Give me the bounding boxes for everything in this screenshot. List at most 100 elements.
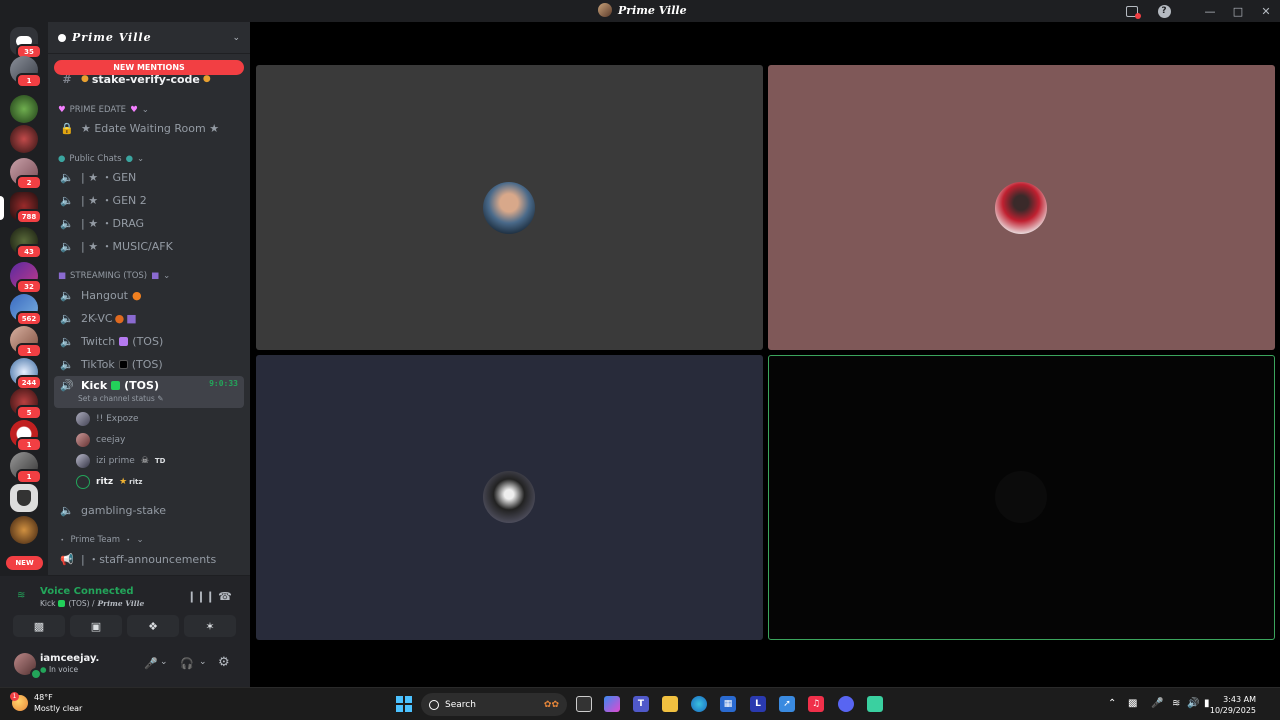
server-icon[interactable]: 562	[10, 294, 42, 326]
home-button[interactable]: 35	[10, 27, 42, 59]
voice-connected-label[interactable]: Voice Connected	[40, 586, 134, 597]
channel-stake-verify-code[interactable]: # ● stake-verify-code ●	[54, 69, 244, 89]
close-button[interactable]: ✕	[1252, 0, 1280, 22]
category-prime-edate[interactable]: ♥ PRIME EDATE ♥ ⌄	[58, 103, 149, 117]
speaker-icon: 🔈	[60, 239, 74, 253]
channel-gen-2[interactable]: 🔈 | ★ ・GEN 2	[54, 190, 244, 210]
participant-tile-speaking[interactable]	[768, 355, 1275, 640]
category-label: STREAMING (TOS)	[70, 271, 148, 281]
headphones-icon[interactable]: 🎧	[180, 657, 194, 670]
server-icon[interactable]	[10, 516, 38, 544]
wifi-icon[interactable]: ≋	[1172, 698, 1180, 709]
coin-emoji-icon: ●	[81, 74, 89, 84]
weather-widget[interactable]: 1 48°F Mostly clear	[10, 692, 82, 714]
chevron-up-icon[interactable]: ⌃	[1108, 698, 1116, 709]
announcement-icon: 📢	[60, 552, 74, 566]
settings-gear-icon[interactable]: ⚙	[218, 655, 230, 670]
new-unreads-pill[interactable]: NEW	[6, 556, 43, 570]
disconnect-icon[interactable]: ☎	[218, 589, 232, 603]
activities-button[interactable]: ❖	[127, 615, 179, 637]
minimize-button[interactable]: —	[1196, 0, 1224, 22]
channel-kick[interactable]: 🔊 Kick (TOS) 9:0:33	[54, 376, 244, 408]
title-bar: Prime Ville ? — □ ✕	[0, 0, 1280, 22]
server-icon[interactable]: 2	[10, 158, 42, 190]
server-icon[interactable]: 5	[10, 388, 42, 420]
discord-taskbar-icon[interactable]	[838, 696, 854, 712]
active-server-indicator	[0, 196, 4, 220]
participant-tile[interactable]	[256, 65, 763, 350]
server-icon[interactable]: 244	[10, 358, 42, 390]
server-icon[interactable]: 1	[10, 420, 42, 452]
app-icon[interactable]	[867, 696, 883, 712]
music-icon[interactable]: ♫	[808, 696, 824, 712]
channel-edate-waiting-room[interactable]: 🔒 ★ Edate Waiting Room ★	[54, 118, 244, 138]
voice-user-speaking[interactable]: ritz ★ ritz	[76, 473, 142, 491]
clock[interactable]: 3:43 AM 10/29/2025	[1210, 694, 1256, 716]
speaker-icon: 🔈	[60, 311, 74, 325]
camera-off-tray-icon[interactable]: ▩	[1128, 698, 1137, 709]
voice-channel-info[interactable]: Kick (TOS) / Prime Ville	[40, 599, 144, 608]
server-header[interactable]: Prime Ville ⌄	[48, 22, 250, 54]
screen-share-button[interactable]: ▣	[70, 615, 122, 637]
user-panel: iamceejay. ● In voice 🎤 ⌄ 🎧 ⌄ ⚙	[0, 645, 250, 687]
channel-tiktok[interactable]: 🔈 TikTok (TOS)	[54, 354, 244, 374]
app-icon[interactable]: ➚	[779, 696, 795, 712]
channel-2k-vc[interactable]: 🔈 2K-VC ● ■	[54, 308, 244, 328]
battery-icon[interactable]: ▮	[1204, 698, 1210, 709]
soundboard-button[interactable]: ✶	[184, 615, 236, 637]
file-explorer-icon[interactable]	[662, 696, 678, 712]
channel-staff-announcements[interactable]: 📢 | ・staff-announcements	[54, 549, 244, 569]
voice-user[interactable]: ceejay	[76, 431, 125, 449]
taskbar-search[interactable]: Search ✿✿	[421, 693, 567, 716]
channel-gen[interactable]: 🔈 | ★ ・GEN	[54, 167, 244, 187]
voice-user[interactable]: !! Expoze	[76, 410, 139, 428]
chevron-down-icon: ⌄	[232, 32, 240, 43]
camera-off-button[interactable]: ▩	[13, 615, 65, 637]
trophy-icon: ★	[119, 477, 128, 487]
participant-tile[interactable]	[768, 65, 1275, 350]
channel-hangout[interactable]: 🔈 Hangout ●	[54, 285, 244, 305]
coin-emoji-icon: ●	[202, 74, 211, 84]
noise-suppression-icon[interactable]: ❙❙❙	[187, 589, 215, 603]
volume-icon[interactable]: 🔊	[1187, 698, 1199, 709]
participant-avatar	[483, 182, 535, 234]
server-icon[interactable]	[10, 484, 38, 512]
microphone-icon[interactable]: 🎤	[144, 657, 158, 670]
category-streaming[interactable]: ■ STREAMING (TOS) ■ ⌄	[58, 269, 170, 283]
channel-twitch[interactable]: 🔈 Twitch (TOS)	[54, 331, 244, 351]
set-channel-status[interactable]: Set a channel status ✎	[78, 394, 163, 403]
task-view-icon[interactable]	[576, 696, 592, 712]
store-icon[interactable]: ▦	[720, 696, 736, 712]
inbox-button[interactable]	[1118, 0, 1146, 22]
server-icon[interactable]: 32	[10, 262, 42, 294]
server-icon[interactable]: 1	[10, 326, 42, 358]
chevron-down-icon[interactable]: ⌄	[199, 657, 207, 667]
participant-tile[interactable]	[256, 355, 763, 640]
copilot-icon[interactable]	[604, 696, 620, 712]
edge-icon[interactable]	[691, 696, 707, 712]
teams-icon[interactable]: T	[633, 696, 649, 712]
black-square-icon	[118, 359, 128, 369]
server-icon[interactable]: 1	[10, 452, 42, 484]
voice-user[interactable]: izi prime ☠ TD	[76, 452, 165, 470]
category-public-chats[interactable]: ● Public Chats ● ⌄	[58, 152, 144, 166]
channel-drag[interactable]: 🔈 | ★ ・DRAG	[54, 213, 244, 233]
help-button[interactable]: ?	[1150, 0, 1178, 22]
server-icon[interactable]	[10, 125, 38, 153]
maximize-button[interactable]: □	[1224, 0, 1252, 22]
chevron-down-icon[interactable]: ⌄	[160, 657, 168, 667]
chevron-down-icon: ⌄	[137, 154, 145, 164]
category-prime-team[interactable]: ・ Prime Team ・ ⌄	[58, 533, 144, 547]
app-l-icon[interactable]: L	[750, 696, 766, 712]
server-icon[interactable]: 1	[10, 56, 42, 88]
username[interactable]: iamceejay.	[40, 653, 99, 664]
channel-music-afk[interactable]: 🔈 | ★ ・MUSIC/AFK	[54, 236, 244, 256]
microphone-tray-icon[interactable]: 🎤	[1151, 698, 1163, 709]
basketball-icon: ●	[114, 311, 125, 325]
channel-gambling-stake[interactable]: 🔈 gambling-stake	[54, 500, 244, 520]
server-icon[interactable]	[10, 95, 38, 123]
heart-icon: ♥	[130, 105, 138, 115]
start-button[interactable]	[396, 696, 412, 712]
server-icon-prime-ville[interactable]: 788	[10, 192, 42, 224]
server-icon[interactable]: 43	[10, 227, 42, 259]
